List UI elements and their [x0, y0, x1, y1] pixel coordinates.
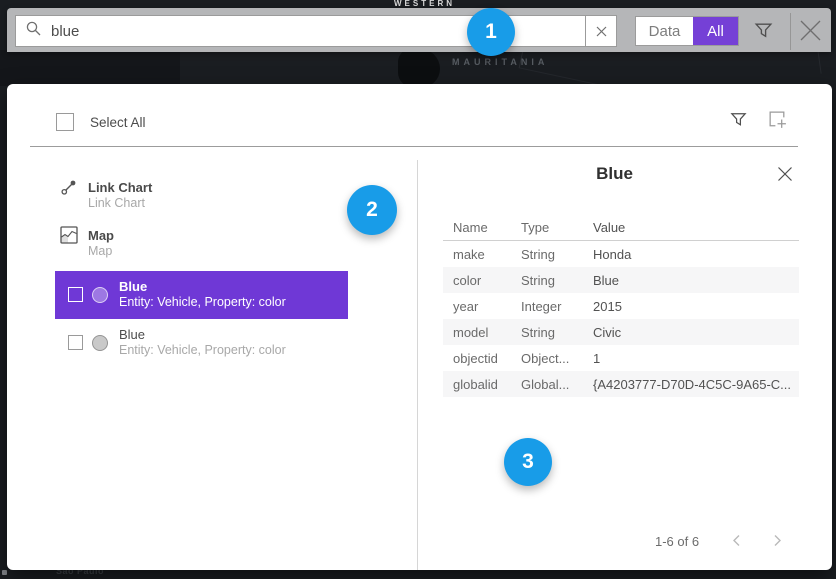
filter-funnel-icon: [753, 20, 774, 41]
item-subtitle: Entity: Vehicle, Property: color: [119, 295, 286, 309]
list-item-blue[interactable]: Blue Entity: Vehicle, Property: color: [55, 319, 348, 367]
cell-type: Integer: [521, 299, 593, 314]
cell-value: Civic: [593, 325, 799, 340]
clear-x-icon: [596, 26, 607, 37]
callout-2: 2: [347, 185, 397, 235]
cell-value: {A4203777-D70D-4C5C-9A65-C...: [593, 377, 799, 392]
attributes-table: Name Type Value make String Honda color …: [443, 214, 799, 397]
item-title: Link Chart: [88, 180, 152, 195]
callout-3: 3: [504, 438, 552, 486]
cell-value: Honda: [593, 247, 799, 262]
cell-type: Global...: [521, 377, 593, 392]
cell-value: 2015: [593, 299, 799, 314]
item-checkbox[interactable]: [68, 287, 83, 302]
chevron-left-icon: [732, 534, 741, 547]
search-clear-button[interactable]: [586, 15, 617, 47]
table-header-row: Name Type Value: [443, 214, 799, 241]
cell-name: make: [443, 247, 521, 262]
detail-title: Blue: [417, 164, 812, 184]
search-toolbar: Data All: [7, 8, 831, 52]
pagination-label: 1-6 of 6: [655, 534, 699, 549]
close-x-icon: [798, 18, 823, 43]
table-row: make String Honda: [443, 241, 799, 267]
toolbar-filter-button[interactable]: [753, 20, 774, 46]
cell-value: 1: [593, 351, 799, 366]
item-checkbox[interactable]: [68, 335, 83, 350]
item-title: Blue: [119, 279, 147, 294]
add-to-map-icon: [767, 109, 788, 130]
item-title: Map: [88, 228, 114, 243]
cell-name: color: [443, 273, 521, 288]
toolbar-close-button[interactable]: [798, 18, 823, 48]
map-shape: [0, 50, 180, 86]
cell-name: globalid: [443, 377, 521, 392]
table-row: model String Civic: [443, 319, 799, 345]
cell-name: year: [443, 299, 521, 314]
cell-type: String: [521, 247, 593, 262]
cell-value: Blue: [593, 273, 799, 288]
header-divider: [30, 146, 798, 147]
list-detail-divider: [417, 160, 418, 570]
pagination-prev-button[interactable]: [732, 534, 741, 552]
link-chart-icon: [60, 178, 78, 201]
search-results-panel: Select All Link Chart Link Chart: [7, 84, 832, 570]
select-all-label: Select All: [90, 115, 146, 130]
entity-circle-icon: [92, 287, 108, 303]
map-label-mauritania: MAURITANIA: [452, 57, 548, 67]
table-row: color String Blue: [443, 267, 799, 293]
detail-close-button[interactable]: [777, 166, 793, 187]
filter-funnel-icon: [729, 110, 748, 129]
map-marker: [2, 570, 7, 575]
results-filter-button[interactable]: [729, 110, 748, 134]
map-icon: [60, 226, 78, 249]
cell-type: String: [521, 273, 593, 288]
col-header-type: Type: [521, 220, 593, 235]
item-subtitle: Map: [88, 244, 112, 258]
toggle-all-button[interactable]: All: [693, 17, 738, 45]
cell-name: model: [443, 325, 521, 340]
table-row: year Integer 2015: [443, 293, 799, 319]
col-header-name: Name: [443, 220, 521, 235]
search-icon: [25, 20, 42, 42]
cell-name: objectid: [443, 351, 521, 366]
select-all-checkbox[interactable]: [56, 113, 74, 131]
add-selection-button[interactable]: [767, 109, 788, 135]
table-row: objectid Object... 1: [443, 345, 799, 371]
chevron-right-icon: [773, 534, 782, 547]
map-shape: [398, 48, 440, 88]
item-subtitle: Entity: Vehicle, Property: color: [119, 343, 286, 357]
close-x-icon: [777, 166, 793, 182]
search-input[interactable]: [51, 23, 531, 40]
scope-toggle: Data All: [635, 16, 739, 46]
item-subtitle: Link Chart: [88, 196, 145, 210]
list-item-blue-selected[interactable]: Blue Entity: Vehicle, Property: color: [55, 271, 348, 319]
item-title: Blue: [119, 327, 145, 342]
col-header-value: Value: [593, 220, 799, 235]
cell-type: String: [521, 325, 593, 340]
cell-type: Object...: [521, 351, 593, 366]
table-row: globalid Global... {A4203777-D70D-4C5C-9…: [443, 371, 799, 397]
pagination-next-button[interactable]: [773, 534, 782, 552]
map-label-western: WESTERN: [394, 0, 455, 8]
toggle-data-button[interactable]: Data: [636, 17, 693, 45]
toolbar-divider: [790, 13, 791, 50]
entity-circle-icon: [92, 335, 108, 351]
callout-1: 1: [467, 8, 515, 56]
